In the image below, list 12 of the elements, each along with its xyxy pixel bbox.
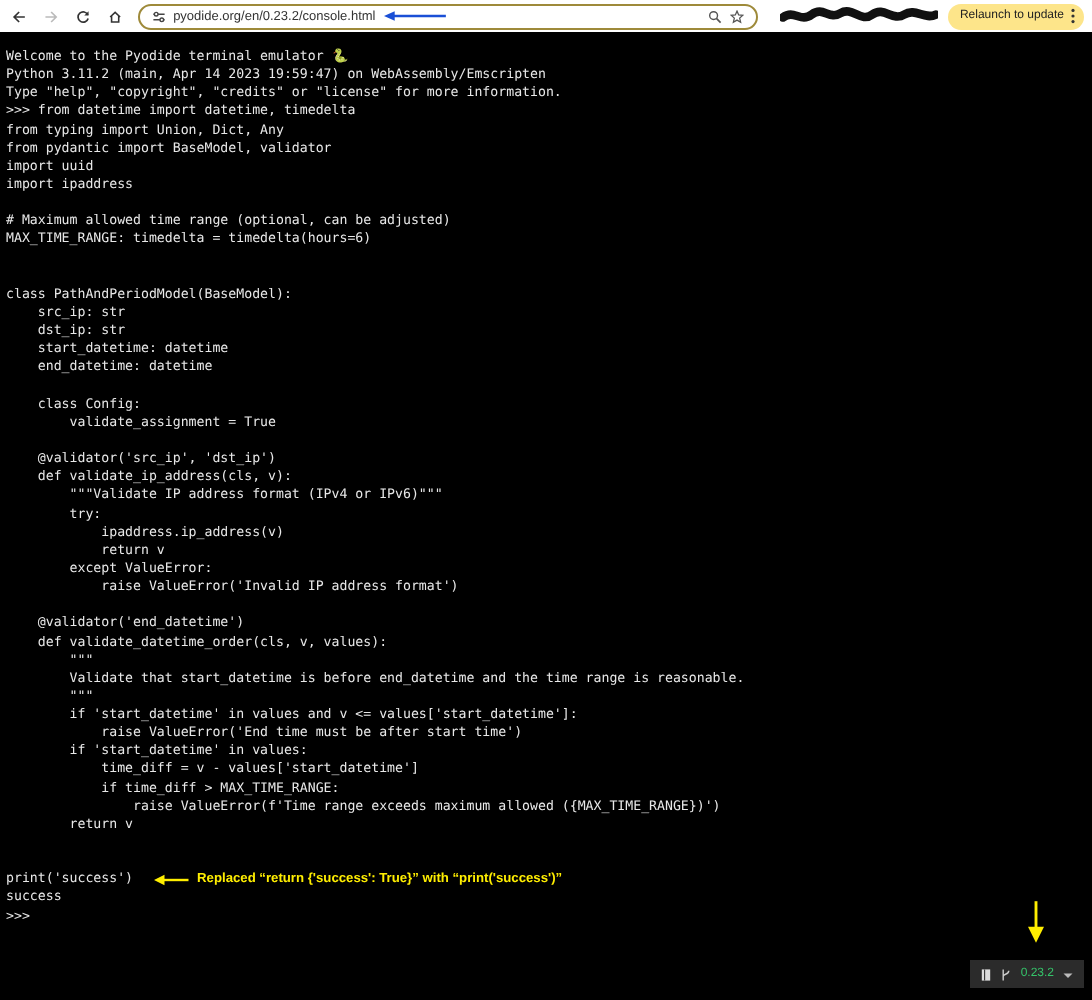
annotation-arrow	[149, 873, 194, 886]
annotation-arrow	[1028, 898, 1044, 946]
bookmark-star-icon[interactable]	[729, 9, 744, 23]
back-icon[interactable]	[12, 7, 27, 25]
branch-icon	[1000, 967, 1013, 981]
site-settings-icon[interactable]	[151, 9, 166, 23]
home-icon[interactable]	[108, 7, 124, 25]
reload-icon[interactable]	[76, 7, 91, 25]
zoom-icon[interactable]	[707, 9, 722, 23]
annotation-arrow	[383, 10, 448, 22]
book-icon	[980, 967, 993, 981]
more-icon[interactable]	[1070, 8, 1076, 24]
